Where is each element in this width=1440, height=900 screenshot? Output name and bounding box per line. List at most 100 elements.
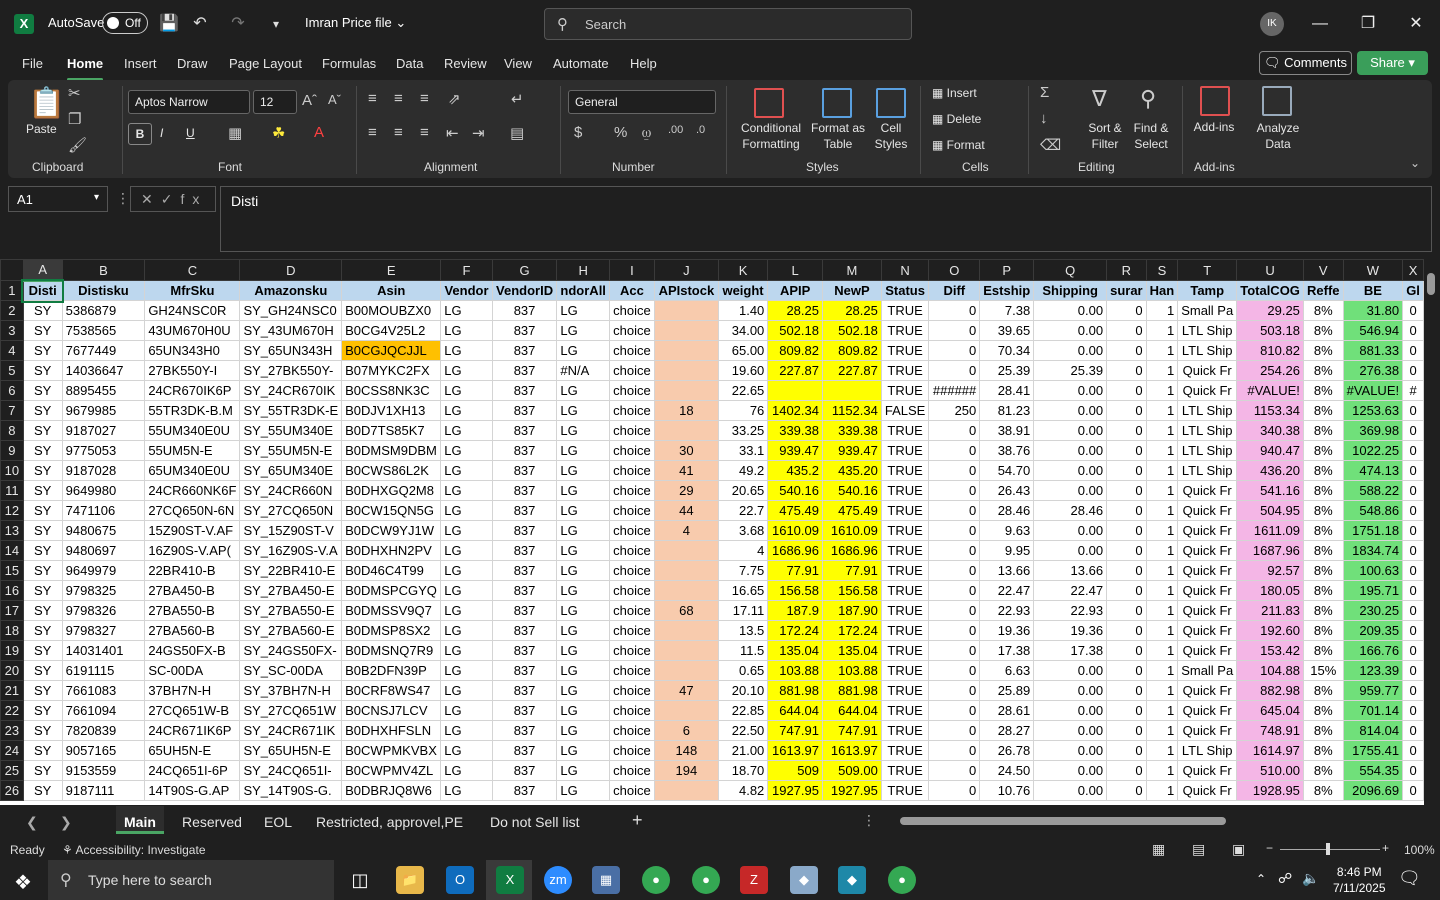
cell[interactable]: 0 (1106, 560, 1147, 581)
cell[interactable]: B0DMSSV9Q7 (341, 600, 442, 621)
cell[interactable]: SY_65UN343H (239, 340, 343, 361)
cell[interactable]: 645.04 (1236, 700, 1304, 721)
undo-icon[interactable]: ↶ (190, 14, 210, 34)
cell[interactable]: SY_24GS50FX- (239, 640, 343, 661)
cell[interactable] (653, 340, 719, 361)
header-cell[interactable]: Distisku (61, 280, 146, 301)
cell[interactable]: # (1402, 380, 1424, 401)
cell[interactable]: 644.04 (767, 700, 823, 721)
row-header[interactable]: 9 (0, 440, 24, 461)
cell[interactable]: 276.38 (1342, 360, 1404, 381)
cell[interactable]: 25.89 (979, 680, 1035, 701)
sort-filter-icon[interactable]: ∇ (1092, 86, 1107, 112)
column-header-m[interactable]: M (821, 259, 882, 281)
cell[interactable]: 254.26 (1236, 360, 1304, 381)
cell[interactable]: 31.80 (1342, 300, 1404, 321)
tab-insert[interactable]: Insert (124, 56, 157, 71)
share-button[interactable]: Share ▾ (1357, 51, 1428, 75)
cell[interactable]: B0D46C4T99 (341, 560, 442, 581)
cell[interactable]: 4 (653, 520, 719, 541)
cell[interactable]: 837 (491, 660, 558, 681)
spreadsheet-grid[interactable]: A B C D E F G H I J K L M N O P Q R S T U V W X 1 Disti Distisku Mf… (0, 259, 1424, 805)
cell[interactable]: 9187027 (61, 420, 146, 441)
increase-font-icon[interactable]: Aˆ (302, 92, 317, 109)
cell[interactable]: 837 (491, 600, 558, 621)
cell[interactable]: 0 (1402, 300, 1424, 321)
copy-icon[interactable]: ❐ (68, 110, 81, 128)
cell[interactable]: 16Z90S-V.AP( (144, 540, 241, 561)
cell[interactable]: 1 (1145, 640, 1179, 661)
cell[interactable]: 0.00 (1033, 440, 1108, 461)
cell[interactable]: 8% (1302, 620, 1344, 641)
cell[interactable]: 0 (928, 520, 981, 541)
cell[interactable]: SY_SC-00DA (239, 660, 343, 681)
cell[interactable]: 250 (928, 400, 981, 421)
cell[interactable]: 8% (1302, 340, 1344, 361)
align-top-icon[interactable]: ≡ (368, 90, 377, 107)
cell[interactable]: choice (608, 600, 655, 621)
underline-button[interactable]: U (186, 126, 195, 140)
cell[interactable] (821, 380, 882, 401)
cell[interactable]: 0 (928, 460, 981, 481)
cell[interactable]: 54.70 (979, 460, 1035, 481)
cell[interactable]: TRUE (880, 580, 930, 601)
cell[interactable]: choice (608, 680, 655, 701)
taskbar-search[interactable]: ⚲ Type here to search (48, 860, 334, 900)
header-cell[interactable]: BE (1342, 280, 1404, 301)
cell[interactable]: 65.00 (717, 340, 769, 361)
row-header[interactable]: 12 (0, 500, 24, 521)
cell[interactable]: 92.57 (1236, 560, 1304, 581)
cell[interactable]: 0 (1106, 660, 1147, 681)
cell[interactable]: TRUE (880, 460, 930, 481)
cell[interactable]: B0CSS8NK3C (341, 380, 442, 401)
header-cell[interactable]: Disti (21, 278, 65, 303)
cell[interactable]: 837 (491, 400, 558, 421)
cell[interactable]: 0 (1402, 360, 1424, 381)
cell-styles-icon[interactable] (876, 88, 906, 118)
outlook-icon[interactable]: O (446, 866, 474, 894)
cell[interactable]: LG (556, 300, 610, 321)
cell[interactable]: LG (440, 760, 493, 781)
cell[interactable]: B0DMSP8SX2 (341, 620, 442, 641)
cell[interactable]: 0.00 (1033, 520, 1108, 541)
cell[interactable]: SY (22, 340, 63, 361)
cell[interactable]: choice (608, 440, 655, 461)
cell[interactable]: choice (608, 480, 655, 501)
row-header[interactable]: 20 (0, 660, 24, 681)
header-cell[interactable]: APIstock (653, 280, 719, 301)
cell[interactable]: SY_16Z90S-V.A (239, 540, 343, 561)
cell[interactable]: 8% (1302, 440, 1344, 461)
cell[interactable]: 0 (1402, 700, 1424, 721)
cell[interactable]: choice (608, 460, 655, 481)
increase-indent-icon[interactable]: ⇥ (472, 124, 485, 142)
cell[interactable]: 0 (928, 340, 981, 361)
cell[interactable]: TRUE (880, 520, 930, 541)
cell[interactable]: 27CQ651W-B (144, 700, 241, 721)
cell[interactable]: SY (22, 500, 63, 521)
cell[interactable]: 55UM340E0U (144, 420, 241, 441)
cell[interactable]: 25.39 (979, 360, 1035, 381)
row-header[interactable]: 3 (0, 320, 24, 341)
cell[interactable]: 26.78 (979, 740, 1035, 761)
cell[interactable]: 2096.69 (1342, 780, 1404, 801)
increase-decimal-icon[interactable]: .00 (668, 124, 683, 136)
add-sheet-icon[interactable]: + (632, 810, 643, 831)
cell[interactable]: 9775053 (61, 440, 146, 461)
column-header-b[interactable]: B (61, 259, 146, 281)
volume-icon[interactable]: 🔈 (1302, 870, 1319, 887)
cell[interactable]: 22.50 (717, 720, 769, 741)
sheet-tab-do-not-sell[interactable]: Do not Sell list (490, 814, 579, 830)
cell[interactable]: SY (22, 740, 63, 761)
cell[interactable]: 19.36 (979, 620, 1035, 641)
cell[interactable]: 1613.97 (767, 740, 823, 761)
cell[interactable]: 1253.63 (1342, 400, 1404, 421)
column-header-a[interactable]: A (22, 259, 63, 282)
cell[interactable]: B0DHXHFSLN (341, 720, 442, 741)
cell[interactable]: SY_24CR660N (239, 480, 343, 501)
cell[interactable]: LG (556, 440, 610, 461)
cell[interactable]: 701.14 (1342, 700, 1404, 721)
comments-button[interactable]: 🗨 Comments (1259, 51, 1352, 75)
cell[interactable]: 475.49 (821, 500, 882, 521)
cell[interactable]: 6191115 (61, 660, 146, 681)
cell[interactable]: 28.25 (821, 300, 882, 321)
